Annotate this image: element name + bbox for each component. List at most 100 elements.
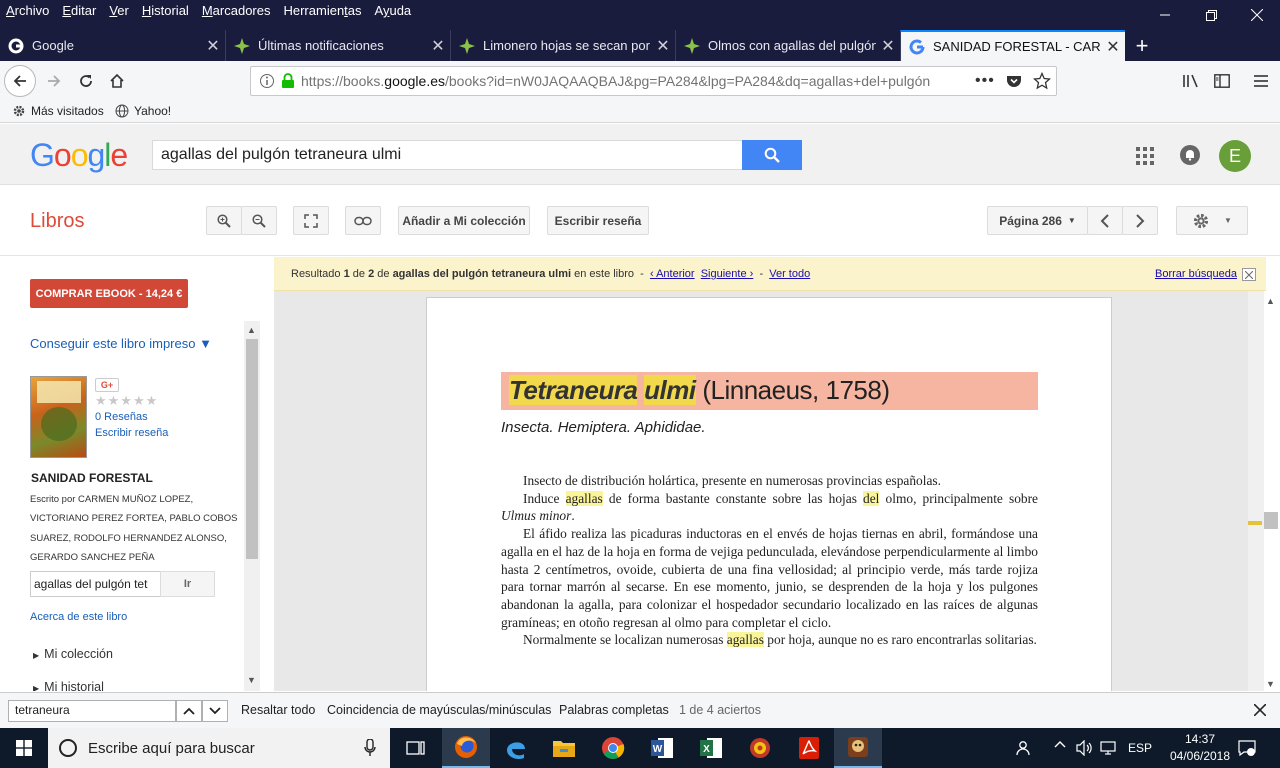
- book-cover-image[interactable]: [30, 376, 87, 458]
- url-text[interactable]: https://books.google.es/books?id=nW0JAQA…: [301, 73, 961, 89]
- search-button[interactable]: [742, 140, 802, 170]
- find-previous-button[interactable]: [176, 700, 202, 722]
- start-button[interactable]: [0, 728, 48, 768]
- sidebar-scrollbar[interactable]: ▲ ▼: [244, 321, 260, 691]
- menu-archivo[interactable]: Archivo: [6, 3, 56, 18]
- apps-grid-icon[interactable]: [1136, 147, 1154, 165]
- menu-herramientas[interactable]: Herramientas: [283, 3, 368, 18]
- language-indicator[interactable]: ESP: [1128, 741, 1152, 755]
- reviews-link[interactable]: 0 Reseñas: [95, 411, 148, 423]
- restore-button[interactable]: [1188, 0, 1234, 30]
- tab-limonero[interactable]: Limonero hojas se secan por lo ✕: [450, 30, 675, 61]
- next-result-link[interactable]: Siguiente ›: [701, 268, 754, 280]
- scroll-down-icon[interactable]: ▼: [247, 675, 256, 685]
- clear-search-link[interactable]: Borrar búsqueda: [1155, 268, 1237, 280]
- write-review-button[interactable]: Escribir reseña: [547, 206, 649, 235]
- zoom-in-button[interactable]: [206, 206, 242, 235]
- next-page-button[interactable]: [1122, 206, 1158, 235]
- whole-words-toggle[interactable]: Palabras completas: [559, 703, 669, 717]
- menu-editar[interactable]: Editar: [62, 3, 103, 18]
- open-menu-button[interactable]: [1245, 65, 1277, 97]
- scroll-down-icon[interactable]: ▼: [1266, 679, 1275, 689]
- notifications-bell-icon[interactable]: [1180, 145, 1200, 165]
- taskbar-excel[interactable]: X: [687, 728, 735, 768]
- page-actions-icon[interactable]: •••: [975, 72, 995, 90]
- forward-button[interactable]: [38, 65, 70, 97]
- taskbar-acrobat[interactable]: [785, 728, 833, 768]
- taskbar-word[interactable]: W: [638, 728, 686, 768]
- clock-date[interactable]: 04/06/2018: [1162, 749, 1238, 763]
- viewer-scrollbar[interactable]: [1248, 291, 1264, 691]
- link-button[interactable]: [345, 206, 381, 235]
- my-collection-toggle[interactable]: ▶ Mi colección: [33, 647, 113, 661]
- find-next-button[interactable]: [202, 700, 228, 722]
- clock-time[interactable]: 14:37: [1178, 732, 1222, 746]
- tab-olmos[interactable]: Olmos con agallas del pulgón t ✕: [675, 30, 900, 61]
- scroll-up-icon[interactable]: ▲: [1266, 296, 1275, 306]
- sidebar-toggle-button[interactable]: [1206, 65, 1238, 97]
- info-icon[interactable]: [259, 73, 275, 89]
- tab-google[interactable]: Google ✕: [0, 30, 225, 61]
- bookmark-yahoo[interactable]: Yahoo!: [115, 104, 171, 118]
- task-view-button[interactable]: [392, 728, 440, 768]
- google-plus-button[interactable]: G+: [95, 378, 119, 392]
- taskbar-firefox[interactable]: [442, 728, 490, 768]
- back-button[interactable]: [4, 65, 36, 97]
- volume-icon[interactable]: [1076, 740, 1094, 756]
- taskbar-search[interactable]: Escribe aquí para buscar: [48, 728, 390, 768]
- previous-result-link[interactable]: ‹ Anterior: [650, 268, 695, 280]
- scroll-up-icon[interactable]: ▲: [247, 325, 256, 335]
- menu-marcadores[interactable]: Marcadores: [202, 3, 278, 18]
- library-button[interactable]: [1175, 65, 1207, 97]
- tab-close-icon[interactable]: ✕: [876, 36, 900, 56]
- account-avatar[interactable]: E: [1219, 140, 1251, 172]
- action-center-icon[interactable]: [1238, 740, 1256, 756]
- tab-sanidad-forestal[interactable]: SANIDAD FORESTAL - CARMEN ✕: [900, 30, 1125, 61]
- settings-button[interactable]: ▼: [1176, 206, 1248, 235]
- close-result-bar-button[interactable]: [1242, 268, 1256, 281]
- libros-title[interactable]: Libros: [30, 210, 84, 233]
- tab-close-icon[interactable]: ✕: [426, 36, 450, 56]
- previous-page-button[interactable]: [1087, 206, 1123, 235]
- pocket-icon[interactable]: [1006, 73, 1022, 89]
- new-tab-button[interactable]: +: [1128, 30, 1156, 61]
- my-history-toggle[interactable]: ▶ Mi historial: [33, 680, 104, 691]
- sidebar-scroll-thumb[interactable]: [246, 339, 258, 559]
- bookmark-star-icon[interactable]: [1033, 72, 1051, 90]
- microphone-icon[interactable]: [364, 739, 376, 757]
- bookmark-mas-visitados[interactable]: Más visitados: [12, 104, 104, 118]
- network-icon[interactable]: [1100, 740, 1118, 756]
- tab-close-icon[interactable]: ✕: [201, 36, 225, 56]
- buy-ebook-button[interactable]: COMPRAR EBOOK - 14,24 €: [30, 279, 188, 308]
- menu-historial[interactable]: Historial: [142, 3, 196, 18]
- tab-close-icon[interactable]: ✕: [1101, 37, 1125, 57]
- taskbar-edge[interactable]: [492, 728, 540, 768]
- show-hidden-icons-icon[interactable]: [1054, 740, 1066, 748]
- taskbar-chrome[interactable]: [589, 728, 637, 768]
- get-print-book-link[interactable]: Conseguir este libro impreso ▼: [30, 336, 212, 351]
- write-review-link[interactable]: Escribir reseña: [95, 427, 168, 439]
- home-button[interactable]: [101, 65, 133, 97]
- add-to-collection-button[interactable]: Añadir a Mi colección: [398, 206, 530, 235]
- about-book-link[interactable]: Acerca de este libro: [30, 611, 127, 623]
- lock-icon[interactable]: [281, 73, 295, 89]
- tab-notificaciones[interactable]: Últimas notificaciones ✕: [225, 30, 450, 61]
- book-viewer[interactable]: Tetraneura ulmi (Linnaeus, 1758) Insecta…: [274, 291, 1248, 691]
- reload-button[interactable]: [70, 65, 102, 97]
- people-icon[interactable]: [1016, 740, 1034, 756]
- find-input[interactable]: tetraneura: [8, 700, 176, 722]
- page-select[interactable]: Página 286 ▼: [987, 206, 1088, 235]
- url-bar[interactable]: https://books.google.es/books?id=nW0JAQA…: [250, 66, 1057, 96]
- match-case-toggle[interactable]: Coincidencia de mayúsculas/minúsculas: [327, 703, 551, 717]
- taskbar-game[interactable]: [834, 728, 882, 768]
- tab-close-icon[interactable]: ✕: [651, 36, 675, 56]
- close-find-bar-button[interactable]: [1254, 704, 1266, 716]
- highlight-all-toggle[interactable]: Resaltar todo: [241, 703, 315, 717]
- search-in-book-input[interactable]: agallas del pulgón tet: [30, 571, 171, 597]
- search-input[interactable]: agallas del pulgón tetraneura ulmi: [152, 140, 743, 170]
- taskbar-file-explorer[interactable]: [540, 728, 588, 768]
- menu-ver[interactable]: Ver: [109, 3, 136, 18]
- menu-ayuda[interactable]: Ayuda: [375, 3, 419, 18]
- zoom-out-button[interactable]: [241, 206, 277, 235]
- view-all-link[interactable]: Ver todo: [769, 268, 810, 280]
